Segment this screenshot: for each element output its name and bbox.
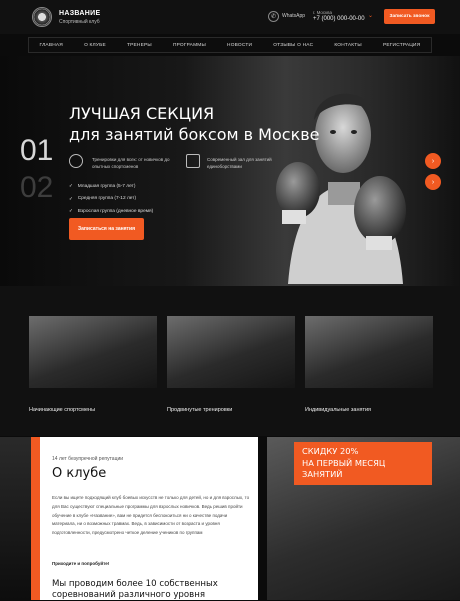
- brand-name: НАЗВАНИЕ: [59, 9, 101, 17]
- enroll-button[interactable]: Записаться на занятия: [69, 218, 144, 240]
- about-kicker: 14 лет безупречной репутации: [52, 456, 124, 462]
- nav-item-programs[interactable]: ПРОГРАММЫ: [173, 43, 206, 48]
- hero-title-line-2: для занятий боксом в Москве: [69, 124, 320, 144]
- competitions-heading-line-2: соревнований различного уровня: [52, 590, 205, 601]
- whatsapp-icon[interactable]: ✆: [268, 11, 279, 22]
- programs-section: Начинающие спортсмены Продвинутые тренир…: [0, 286, 460, 436]
- chevron-right-icon: ›: [431, 157, 435, 165]
- brand-block: НАЗВАНИЕ Спортивный клуб: [59, 10, 100, 25]
- slide-number-active[interactable]: 01: [20, 134, 53, 168]
- city-label: г. Москва: [313, 10, 332, 15]
- accent-bar: [31, 437, 40, 600]
- nav-item-registration[interactable]: РЕГИСТРАЦИЯ: [383, 43, 420, 48]
- about-panel: 14 лет безупречной репутации О клубе Есл…: [40, 437, 258, 600]
- discount-line-2: НА ПЕРВЫЙ МЕСЯЦ ЗАНЯТИЙ: [302, 457, 386, 480]
- discount-line-1: СКИДКУ 20%: [302, 446, 359, 456]
- phone-number[interactable]: +7 (000) 000-00-00: [313, 16, 365, 22]
- nav-item-home[interactable]: ГЛАВНАЯ: [40, 43, 63, 48]
- brand-subtitle: Спортивный клуб: [59, 18, 100, 25]
- nav-item-trainers[interactable]: ТРЕНЕРЫ: [127, 43, 152, 48]
- slide-number-next[interactable]: 02: [20, 171, 53, 205]
- main-nav: ГЛАВНАЯ О КЛУБЕ ТРЕНЕРЫ ПРОГРАММЫ НОВОСТ…: [28, 37, 432, 53]
- about-paragraph: Если вы ищете подходящий клуб боевых иск…: [52, 495, 250, 536]
- hero-boxer-photo: [276, 93, 406, 284]
- about-title: О клубе: [52, 466, 107, 481]
- list-item: Средняя группа (7-12 лет): [69, 196, 153, 202]
- feature-training-text: Тренировки для всех: от новичков до опыт…: [92, 157, 170, 170]
- discount-banner[interactable]: СКИДКУ 20% НА ПЕРВЫЙ МЕСЯЦ ЗАНЯТИЙ: [294, 442, 432, 485]
- competitions-heading: Мы проводим более 10 собственных соревно…: [52, 579, 218, 601]
- nav-item-reviews[interactable]: ОТЗЫВЫ О НАС: [273, 43, 313, 48]
- competitions-heading-line-1: Мы проводим более 10 собственных: [52, 579, 218, 589]
- slider-prev-button[interactable]: ›: [425, 174, 441, 190]
- age-groups-list: Младшая группа (5-7 лет) Средняя группа …: [69, 183, 153, 221]
- club-logo[interactable]: [32, 7, 52, 27]
- chevron-down-icon[interactable]: ⌄: [368, 12, 373, 19]
- list-item: Взрослая группа (дневное время): [69, 208, 153, 214]
- feature-gym-text: Современный зал для занятий единоборства…: [207, 157, 272, 170]
- hero-title: ЛУЧШАЯ СЕКЦИЯ для занятий боксом в Москв…: [69, 104, 320, 146]
- nav-item-about[interactable]: О КЛУБЕ: [84, 43, 106, 48]
- card-advanced-photo[interactable]: [167, 316, 295, 388]
- card-individual-photo[interactable]: [305, 316, 433, 388]
- whatsapp-link[interactable]: WhatsApp: [282, 13, 305, 19]
- card-beginners-label[interactable]: Начинающие спортсмены: [29, 407, 95, 413]
- list-item: Младшая группа (5-7 лет): [69, 183, 153, 189]
- hero-title-line-1: ЛУЧШАЯ СЕКЦИЯ: [69, 104, 215, 123]
- gym-icon: [186, 154, 200, 168]
- callback-button[interactable]: Записать звонок: [384, 9, 435, 24]
- nav-item-news[interactable]: НОВОСТИ: [227, 43, 252, 48]
- chevron-right-icon: ›: [431, 178, 435, 186]
- card-advanced-label[interactable]: Продвинутые тренировки: [167, 407, 232, 413]
- card-beginners-photo[interactable]: [29, 316, 157, 388]
- training-icon: [69, 154, 83, 168]
- card-individual-label[interactable]: Индивидуальные занятия: [305, 407, 371, 413]
- slider-next-button[interactable]: ›: [425, 153, 441, 169]
- about-cta-text: Приходите и попробуйте!: [52, 561, 110, 566]
- nav-item-contacts[interactable]: КОНТАКТЫ: [334, 43, 361, 48]
